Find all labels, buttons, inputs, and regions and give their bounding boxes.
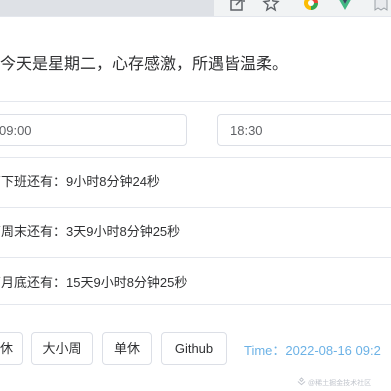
divider bbox=[0, 257, 391, 258]
juejin-logo-icon bbox=[297, 377, 306, 386]
countdown-month-end: 离月底还有：15天9小时8分钟25秒 bbox=[0, 272, 187, 291]
countdown-label: 离下班还有： bbox=[0, 174, 67, 189]
countdown-label: 离周末还有： bbox=[0, 224, 67, 239]
countdown-value: 15天9小时8分钟25秒 bbox=[66, 275, 188, 290]
color-picker-extension-icon[interactable] bbox=[302, 0, 320, 12]
github-button[interactable]: Github bbox=[161, 332, 227, 365]
watermark: @稀土掘金技术社区 bbox=[308, 380, 372, 387]
divider bbox=[0, 157, 391, 158]
big-small-week-button[interactable]: 大小周 bbox=[31, 332, 93, 365]
countdown-value: 3天9小时8分钟25秒 bbox=[66, 224, 181, 239]
page: 今天是星期二，心存感激，所遇皆温柔。 离下班还有：9小时8分钟24秒 离周末还有… bbox=[0, 0, 391, 391]
countdown-off-work: 离下班还有：9小时8分钟24秒 bbox=[0, 171, 160, 190]
extension-icon[interactable] bbox=[372, 0, 390, 12]
star-icon[interactable] bbox=[262, 0, 280, 12]
countdown-label: 离月底还有： bbox=[0, 275, 67, 290]
start-time-input[interactable] bbox=[0, 114, 187, 146]
time-value: 2022-08-16 09:2 bbox=[285, 343, 381, 358]
browser-toolbar bbox=[0, 0, 391, 16]
countdown-value: 9小时8分钟24秒 bbox=[66, 174, 160, 189]
greeting-text: 今天是星期二，心存感激，所遇皆温柔。 bbox=[0, 56, 289, 73]
divider bbox=[0, 304, 391, 305]
divider bbox=[0, 207, 391, 208]
countdown-weekend: 离周末还有：3天9小时8分钟25秒 bbox=[0, 221, 180, 240]
time-label: Time： bbox=[244, 343, 286, 358]
single-rest-button[interactable]: 单休 bbox=[102, 332, 152, 365]
divider bbox=[0, 101, 391, 102]
share-icon[interactable] bbox=[229, 0, 247, 12]
current-time: Time：2022-08-16 09:2 bbox=[244, 340, 381, 359]
end-time-input[interactable] bbox=[217, 114, 391, 146]
rest-button[interactable]: 休 bbox=[0, 332, 23, 365]
vue-devtools-icon[interactable] bbox=[336, 0, 354, 12]
